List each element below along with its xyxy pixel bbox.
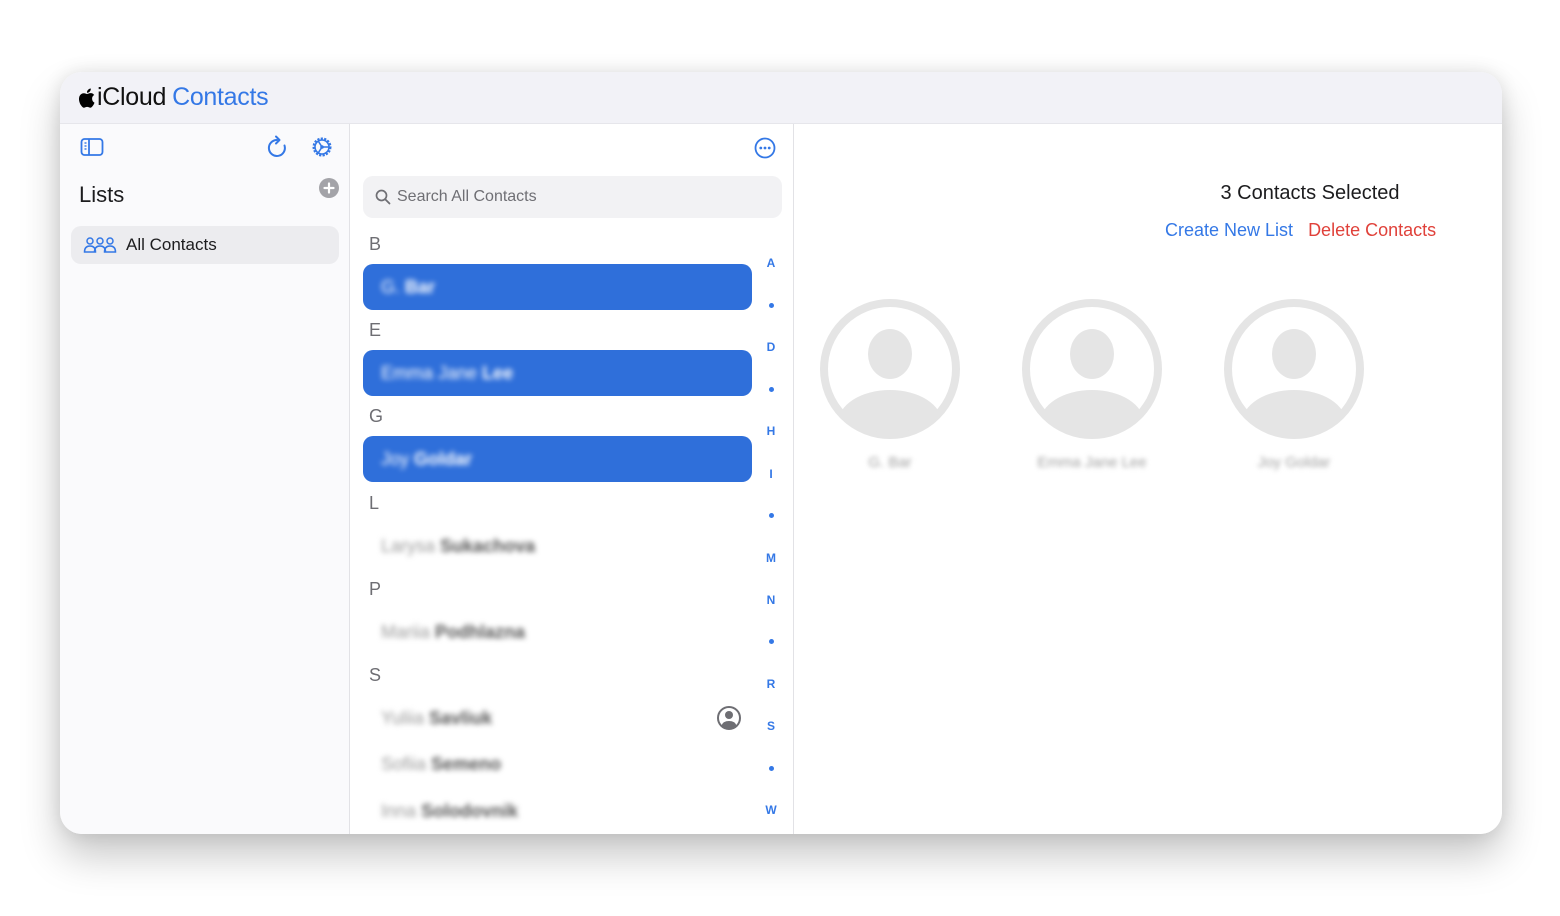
- add-list-button[interactable]: [319, 178, 339, 198]
- settings-icon: [312, 137, 332, 157]
- contact-row[interactable]: Emma Jane Lee: [363, 350, 752, 396]
- more-options-button[interactable]: [753, 136, 777, 160]
- index-letter-s[interactable]: S: [767, 705, 775, 747]
- selection-actions: Create New List Delete Contacts: [1165, 220, 1436, 241]
- index-dot-icon: [768, 639, 774, 645]
- contact-name: Joy Goldar: [381, 448, 473, 469]
- section-header-p: P: [369, 579, 382, 599]
- app-title: Contacts: [172, 83, 269, 111]
- apple-logo-icon: [79, 88, 95, 108]
- section-header-b: B: [369, 234, 382, 254]
- my-card-icon: [717, 706, 741, 730]
- index-letter-n[interactable]: N: [767, 579, 776, 621]
- sidebar-item-all-contacts[interactable]: All Contacts: [71, 226, 339, 264]
- contact-name: Yuliia Savliuk: [381, 707, 493, 728]
- selected-contact-card[interactable]: Emma Jane Lee: [1017, 298, 1167, 471]
- search-bar[interactable]: [363, 176, 782, 218]
- sidebar-item-label: All Contacts: [126, 235, 217, 254]
- alphabet-index[interactable]: A D H I M N R S W: [763, 242, 779, 831]
- avatar-placeholder-icon: [820, 299, 960, 439]
- selected-contact-name: G. Bar: [868, 454, 912, 471]
- index-dot-icon: [768, 765, 774, 771]
- brand-icloud: iCloud: [97, 83, 167, 111]
- lists-heading: Lists: [79, 182, 125, 207]
- sidebar: Lists All Contacts: [60, 124, 350, 834]
- index-dot[interactable]: [768, 747, 774, 789]
- delete-contacts-button[interactable]: Delete Contacts: [1308, 220, 1436, 241]
- selection-title: 3 Contacts Selected: [1220, 182, 1400, 204]
- index-letter-r[interactable]: R: [767, 663, 776, 705]
- contact-name: G. Bar: [381, 276, 436, 297]
- app-window: iCloud Contacts Lists All Contacts Searc…: [60, 72, 1502, 834]
- index-letter-w[interactable]: W: [765, 789, 776, 831]
- index-letter-i[interactable]: I: [769, 452, 772, 494]
- avatar-placeholder-icon: [1022, 299, 1162, 439]
- index-letter-h[interactable]: H: [767, 410, 776, 452]
- index-letter-d[interactable]: D: [767, 326, 776, 368]
- contact-name: Mariia Podhlazna: [381, 621, 526, 642]
- section-header-e: E: [369, 320, 382, 340]
- contact-name: Inna Solodovnik: [381, 800, 519, 821]
- add-list-icon: [323, 182, 335, 194]
- refresh-button[interactable]: [265, 134, 289, 160]
- app-header: iCloud Contacts: [60, 72, 1502, 124]
- detail-panel: 3 Contacts Selected Create New List Dele…: [795, 124, 1502, 834]
- sidebar-toggle-button[interactable]: [79, 136, 105, 158]
- index-dot-icon: [768, 386, 774, 392]
- create-new-list-button[interactable]: Create New List: [1165, 220, 1293, 241]
- section-header-g: G: [369, 406, 384, 426]
- settings-button[interactable]: [309, 134, 335, 160]
- contact-name: Sofiia Semeno: [381, 753, 502, 774]
- contact-row[interactable]: Mariia Podhlazna: [363, 609, 752, 655]
- index-dot[interactable]: [768, 621, 774, 663]
- section-header-l: L: [369, 493, 380, 513]
- group-icon: [83, 237, 117, 253]
- contact-name: Larysa Sukachova: [381, 535, 536, 556]
- ellipsis-circle-icon: [754, 137, 776, 159]
- search-icon: [375, 189, 391, 205]
- selected-contact-card[interactable]: Joy Goldar: [1219, 298, 1369, 471]
- contact-row[interactable]: G. Bar: [363, 264, 752, 310]
- selected-contact-card[interactable]: G. Bar: [815, 298, 965, 471]
- index-dot[interactable]: [768, 368, 774, 410]
- contact-row[interactable]: Inna Solodovnik: [363, 788, 752, 834]
- brand[interactable]: iCloud Contacts: [78, 83, 269, 112]
- sidebar-toggle-icon: [80, 138, 104, 156]
- selected-contact-name: Joy Goldar: [1257, 454, 1331, 471]
- index-dot[interactable]: [768, 284, 774, 326]
- contact-row[interactable]: Larysa Sukachova: [363, 523, 752, 569]
- index-dot[interactable]: [768, 495, 774, 537]
- section-header-s: S: [369, 665, 382, 685]
- avatar-placeholder-icon: [1224, 299, 1364, 439]
- contact-row[interactable]: Yuliia Savliuk: [363, 695, 752, 741]
- contact-name: Emma Jane Lee: [381, 362, 514, 383]
- index-dot-icon: [768, 513, 774, 519]
- contact-row[interactable]: Sofiia Semeno: [363, 741, 752, 787]
- index-letter-m[interactable]: M: [766, 537, 776, 579]
- contact-row[interactable]: Joy Goldar: [363, 436, 752, 482]
- refresh-icon: [267, 135, 286, 157]
- contact-list-panel: B G. Bar E Emma Jane Lee G Joy Goldar L …: [351, 124, 794, 834]
- index-letter-a[interactable]: A: [767, 242, 776, 284]
- index-dot-icon: [768, 302, 774, 308]
- search-input[interactable]: [397, 188, 757, 206]
- selected-contact-name: Emma Jane Lee: [1037, 454, 1147, 471]
